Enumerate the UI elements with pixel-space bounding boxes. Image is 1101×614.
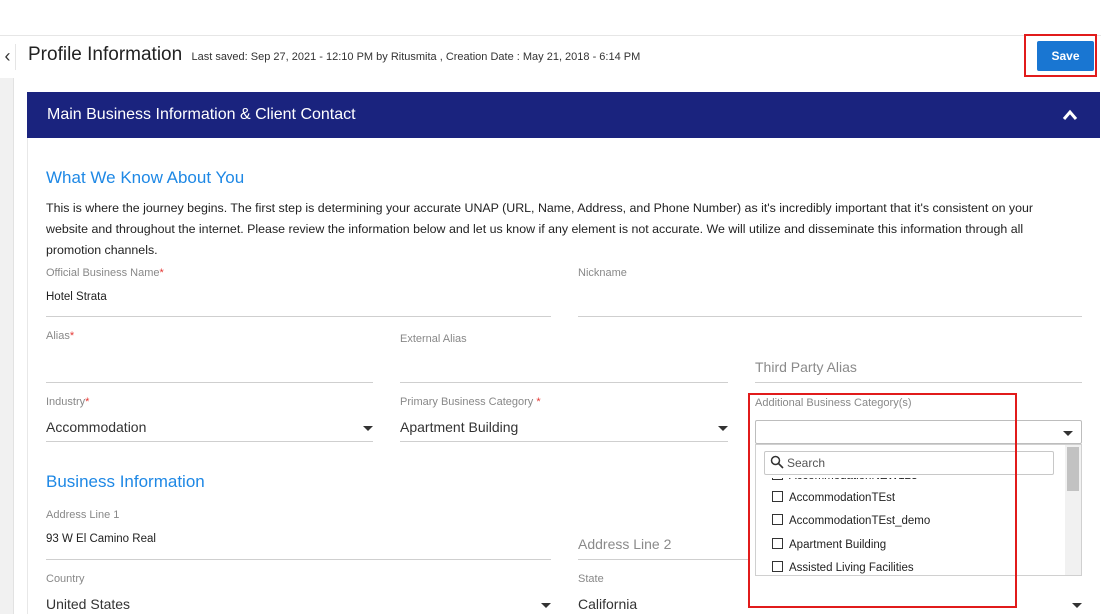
alias-input[interactable] [46,356,373,376]
save-button[interactable]: Save [1037,41,1094,71]
alias-label: Alias* [46,330,74,342]
industry-label: Industry* [46,396,89,408]
primary-category-underline [400,441,728,442]
required-asterisk: * [85,396,90,408]
card-header[interactable]: Main Business Information & Client Conta… [27,92,1100,138]
address1-label: Address Line 1 [46,509,120,521]
business-info-title: Business Information [46,472,205,491]
what-we-know-title: What We Know About You [46,168,245,187]
page-title-text: Profile Information [28,44,183,65]
third-party-alias-input[interactable]: Third Party Alias [755,359,857,375]
country-label: Country [46,573,85,585]
state-select[interactable]: California [578,596,637,612]
country-caret-icon[interactable] [541,603,551,608]
external-alias-label: External Alias [400,333,467,345]
required-asterisk: * [159,267,164,279]
address1-underline [46,559,551,560]
state-caret-icon[interactable] [1072,603,1082,608]
address2-underline [578,559,748,560]
address2-input[interactable]: Address Line 2 [578,536,671,552]
chevron-up-icon[interactable] [1062,108,1078,122]
state-label: State [578,573,604,585]
dropdown-scrollbar-thumb[interactable] [1067,447,1079,491]
dropdown-highlight-box [748,393,1017,608]
industry-caret-icon[interactable] [363,426,373,431]
primary-category-caret-icon[interactable] [718,426,728,431]
profile-page: ‹ Profile Information Last saved: Sep 27… [0,0,1101,614]
additional-category-caret-icon[interactable] [1063,431,1073,436]
card-title: Main Business Information & Client Conta… [47,106,356,123]
top-bar [0,0,1101,36]
nickname-underline [578,316,1082,317]
external-alias-input[interactable] [400,356,728,376]
required-asterisk: * [69,330,75,342]
primary-category-label-text: Primary Business Category [400,396,537,408]
official-name-underline [46,316,551,317]
official-name-input[interactable]: Hotel Strata [46,291,107,303]
dropdown-scrollbar[interactable] [1065,445,1081,575]
industry-select[interactable]: Accommodation [46,419,146,435]
required-asterisk: * [536,396,541,408]
industry-underline [46,441,373,442]
nickname-label: Nickname [578,267,627,279]
side-gutter [0,78,14,614]
country-select[interactable]: United States [46,596,130,612]
primary-category-label: Primary Business Category * [400,396,541,408]
alias-underline [46,382,373,383]
nickname-input[interactable] [578,291,1082,311]
primary-category-select[interactable]: Apartment Building [400,419,518,435]
address1-input[interactable]: 93 W El Camino Real [46,533,156,545]
industry-label-text: Industry [46,396,86,408]
back-chevron-icon[interactable]: ‹ [0,44,16,70]
page-title: Profile Information Last saved: Sep 27, … [28,44,640,66]
official-name-label-text: Official Business Name [46,267,160,279]
official-name-label: Official Business Name* [46,267,164,279]
alias-label-text: Alias [46,330,70,342]
third-party-alias-underline [755,382,1082,383]
last-saved-info: Last saved: Sep 27, 2021 - 12:10 PM by R… [191,51,641,63]
what-we-know-description: This is where the journey begins. The fi… [46,201,1034,257]
external-alias-underline [400,382,728,383]
